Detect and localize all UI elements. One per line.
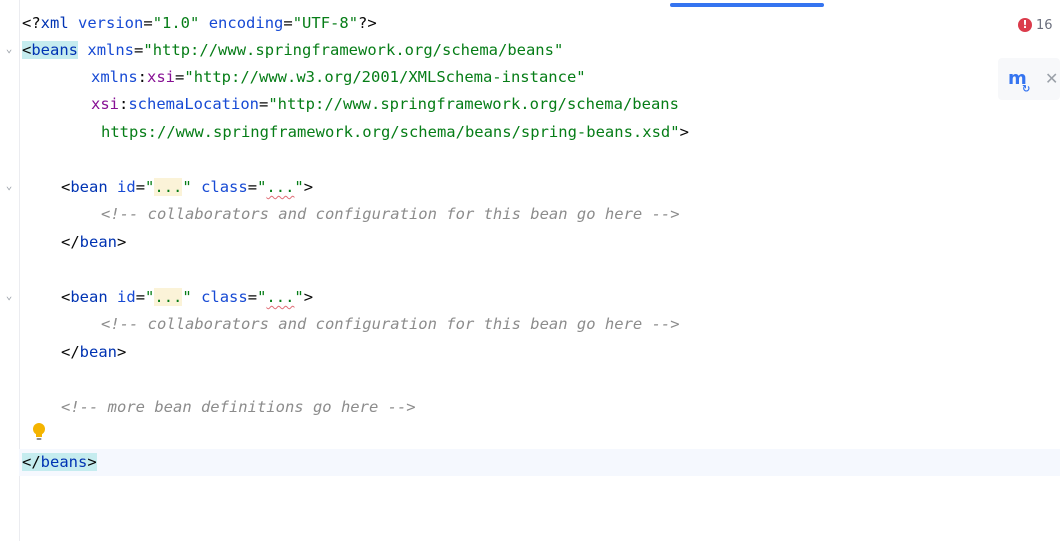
tag-close-bracket: > xyxy=(679,123,689,141)
bean-close-tag: bean xyxy=(79,233,117,251)
tag-close-bracket: > xyxy=(117,343,127,361)
code-line-more-comment[interactable]: <!-- more bean definitions go here --> xyxy=(61,394,416,420)
attr-class: class xyxy=(201,288,248,306)
code-line-3[interactable]: xmlns:xsi="http://www.w3.org/2001/XMLSch… xyxy=(91,64,586,90)
quote: " xyxy=(294,288,304,306)
reload-glyph: ↻ xyxy=(1022,84,1031,95)
namespace-xsi: xsi xyxy=(91,95,119,113)
quote: " xyxy=(182,178,192,196)
quote: " xyxy=(145,288,155,306)
code-line-bean1-close[interactable]: </bean> xyxy=(61,229,126,255)
editor-gutter[interactable]: ⌄ ⌄ ⌄ xyxy=(0,0,20,541)
code-line-2[interactable]: <beans xmlns="http://www.springframework… xyxy=(22,37,563,63)
xml-decl-close: ?> xyxy=(358,14,377,32)
tag-open-bracket: < xyxy=(61,288,71,306)
error-count: 16 xyxy=(1036,17,1053,33)
code-line-bean2-open[interactable]: <bean id="..." class="..."> xyxy=(61,284,313,310)
code-line-5[interactable]: https://www.springframework.org/schema/b… xyxy=(101,119,689,145)
tag-close-bracket: > xyxy=(87,453,97,471)
beans-close-tag: beans xyxy=(40,453,88,471)
fold-bean2-chevron-down-icon[interactable]: ⌄ xyxy=(3,290,15,302)
bean-open-tag: bean xyxy=(70,178,108,196)
equals: = xyxy=(134,41,144,59)
bean-open-tag: bean xyxy=(70,288,108,306)
namespace-xmlns: xmlns xyxy=(91,68,138,86)
code-line-bean2-close[interactable]: </bean> xyxy=(61,339,126,365)
fold-bean1-chevron-down-icon[interactable]: ⌄ xyxy=(3,180,15,192)
attr-id: id xyxy=(117,288,136,306)
tag-open-bracket: </ xyxy=(22,453,41,471)
colon: : xyxy=(137,68,148,86)
bean-close-tag: bean xyxy=(79,343,117,361)
value-xsi: "http://www.w3.org/2001/XMLSchema-instan… xyxy=(184,68,586,86)
maven-reload-icon[interactable]: m ↻ xyxy=(1008,68,1034,95)
tag-close-bracket: > xyxy=(117,233,127,251)
code-line-bean1-open[interactable]: <bean id="..." class="..."> xyxy=(61,174,313,200)
xml-decl-open: <? xyxy=(22,14,41,32)
quote: " xyxy=(182,288,192,306)
tag-open-bracket: < xyxy=(22,41,32,59)
tag-open-bracket: </ xyxy=(61,343,80,361)
error-icon: ! xyxy=(1018,18,1032,32)
equals: = xyxy=(135,178,146,196)
value-version: "1.0" xyxy=(152,14,200,32)
attr-id: id xyxy=(117,178,136,196)
attr-schema-location: schemaLocation xyxy=(128,95,259,113)
attr-encoding: encoding xyxy=(208,14,284,32)
equals: = xyxy=(247,288,258,306)
value-class-error: ... xyxy=(266,178,295,196)
tag-open-bracket: < xyxy=(61,178,71,196)
value-schema-location-2: https://www.springframework.org/schema/b… xyxy=(101,123,680,141)
value-id: ... xyxy=(154,288,183,306)
lightbulb-icon[interactable] xyxy=(30,421,48,443)
code-line-bean1-comment[interactable]: <!-- collaborators and configuration for… xyxy=(101,201,680,227)
inspection-widget[interactable]: ! 16 xyxy=(1018,14,1053,36)
equals: = xyxy=(135,288,146,306)
equals: = xyxy=(175,68,185,86)
value-encoding: "UTF-8" xyxy=(292,14,359,32)
value-class-error: ... xyxy=(266,288,295,306)
quote: " xyxy=(145,178,155,196)
fold-beans-chevron-down-icon[interactable]: ⌄ xyxy=(3,43,15,55)
tag-close-bracket: > xyxy=(303,178,314,196)
code-editor[interactable]: <?xml version="1.0" encoding="UTF-8"?> <… xyxy=(22,0,1060,541)
colon: : xyxy=(119,95,129,113)
tag-close-bracket: > xyxy=(303,288,314,306)
attr-class: class xyxy=(201,178,248,196)
value-xmlns: "http://www.springframework.org/schema/b… xyxy=(143,41,564,59)
code-line-bean2-comment[interactable]: <!-- collaborators and configuration for… xyxy=(101,311,680,337)
value-id: ... xyxy=(154,178,183,196)
code-line-beans-close[interactable]: </beans> xyxy=(22,449,97,475)
equals: = xyxy=(143,14,153,32)
attr-version: version xyxy=(78,14,144,32)
close-icon[interactable]: ✕ xyxy=(1045,68,1059,90)
attr-xsi: xsi xyxy=(147,68,176,86)
code-line-1[interactable]: <?xml version="1.0" encoding="UTF-8"?> xyxy=(22,10,377,36)
xml-decl-name: xml xyxy=(40,14,69,32)
tag-open-bracket: </ xyxy=(61,233,80,251)
code-line-4[interactable]: xsi:schemaLocation="http://www.springfra… xyxy=(91,91,679,117)
attr-xmlns: xmlns xyxy=(87,41,135,59)
beans-open-tag: beans xyxy=(31,41,79,59)
equals: = xyxy=(283,14,293,32)
quote: " xyxy=(294,178,304,196)
floating-toolbar: m ↻ ✕ xyxy=(998,58,1060,100)
equals: = xyxy=(259,95,269,113)
equals: = xyxy=(247,178,258,196)
value-schema-location-1: "http://www.springframework.org/schema/b… xyxy=(268,95,679,113)
